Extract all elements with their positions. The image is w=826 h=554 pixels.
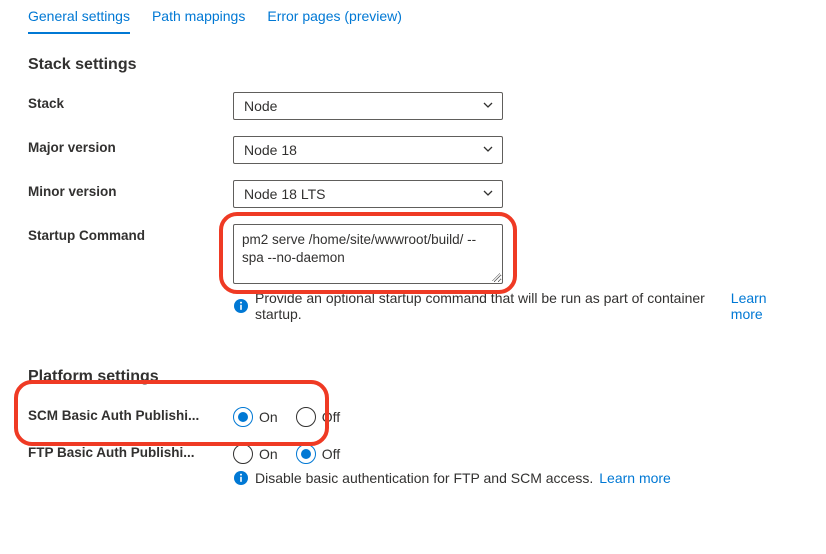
startup-command-input[interactable]: pm2 serve /home/site/wwwroot/build/ --sp… <box>233 224 503 284</box>
ftp-radio-on[interactable]: On <box>233 444 278 464</box>
startup-command-label: Startup Command <box>28 224 233 243</box>
tabs: General settings Path mappings Error pag… <box>28 0 798 34</box>
stack-value: Node <box>244 98 277 114</box>
major-version-value: Node 18 <box>244 142 297 158</box>
chevron-down-icon <box>482 186 494 202</box>
chevron-down-icon <box>482 142 494 158</box>
startup-learn-more-link[interactable]: Learn more <box>731 290 798 322</box>
ftp-radio-group: On Off <box>233 441 340 464</box>
chevron-down-icon <box>482 98 494 114</box>
scm-on-label: On <box>259 409 278 425</box>
tab-path-mappings[interactable]: Path mappings <box>152 4 245 34</box>
section-platform-settings: Platform settings <box>28 368 798 386</box>
ftp-radio-off[interactable]: Off <box>296 444 340 464</box>
ftp-learn-more-link[interactable]: Learn more <box>599 470 671 486</box>
ftp-on-label: On <box>259 446 278 462</box>
tab-general-settings[interactable]: General settings <box>28 4 130 34</box>
stack-select[interactable]: Node <box>233 92 503 120</box>
ftp-label: FTP Basic Auth Publishi... <box>28 441 233 460</box>
startup-command-value: pm2 serve /home/site/wwwroot/build/ --sp… <box>242 232 476 265</box>
startup-info-text: Provide an optional startup command that… <box>255 290 725 322</box>
scm-radio-group: On Off <box>233 404 340 427</box>
minor-version-value: Node 18 LTS <box>244 186 325 202</box>
major-version-select[interactable]: Node 18 <box>233 136 503 164</box>
info-icon <box>233 470 249 486</box>
minor-version-label: Minor version <box>28 180 233 199</box>
major-version-label: Major version <box>28 136 233 155</box>
stack-label: Stack <box>28 92 233 111</box>
ftp-off-label: Off <box>322 446 340 462</box>
tab-error-pages[interactable]: Error pages (preview) <box>267 4 402 34</box>
scm-label: SCM Basic Auth Publishi... <box>28 404 233 423</box>
section-stack-settings: Stack settings <box>28 56 798 74</box>
scm-radio-on[interactable]: On <box>233 407 278 427</box>
minor-version-select[interactable]: Node 18 LTS <box>233 180 503 208</box>
scm-radio-off[interactable]: Off <box>296 407 340 427</box>
info-icon <box>233 298 249 314</box>
ftp-info-text: Disable basic authentication for FTP and… <box>255 470 593 486</box>
scm-off-label: Off <box>322 409 340 425</box>
